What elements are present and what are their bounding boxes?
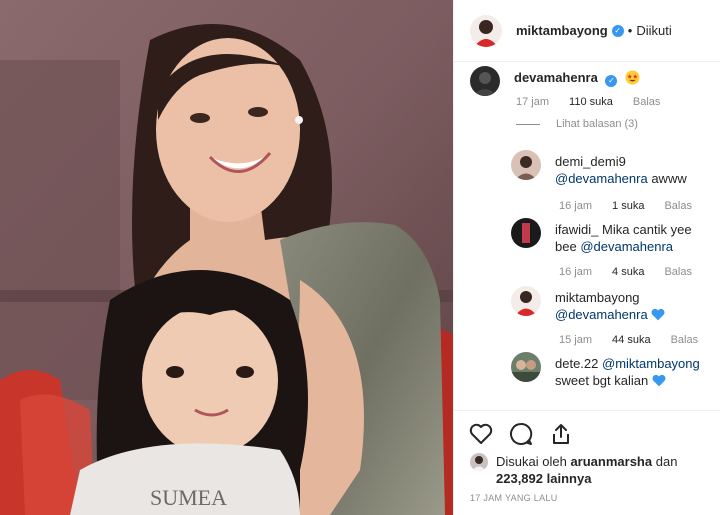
liker-avatar[interactable] <box>470 453 488 471</box>
commenter-avatar[interactable] <box>511 286 541 316</box>
blue-heart-emoji-icon <box>651 308 665 321</box>
post-photo[interactable]: SUMEA <box>0 0 453 515</box>
reply-button[interactable]: Balas <box>664 266 692 278</box>
reply-item: ifawidi_ Mika cantik yee bee @devamahenr… <box>511 218 705 255</box>
commenter-avatar[interactable] <box>511 150 541 180</box>
comment-item: devamahenra ✓ <box>470 66 640 96</box>
heart-outline-icon[interactable] <box>468 421 494 447</box>
action-icons <box>468 421 574 447</box>
comment-time: 16 jam <box>559 200 593 212</box>
commenter-username[interactable]: ifawidi_ <box>555 222 598 237</box>
post-side-panel: miktambayong ✓ • Diikuti devamahenra ✓ 1… <box>453 0 720 515</box>
verified-badge-icon: ✓ <box>611 24 624 37</box>
comment-likes[interactable]: 4 suka <box>612 266 644 278</box>
likes-and: dan <box>655 454 678 469</box>
comment-meta: 16 jam 4 suka Balas <box>559 266 692 278</box>
comment-time: 15 jam <box>559 334 593 346</box>
reply-button[interactable]: Balas <box>671 334 699 346</box>
mention-link[interactable]: @miktambayong <box>602 356 700 371</box>
likes-prefix: Disukai oleh <box>496 454 567 469</box>
view-replies-label: Lihat balasan (3) <box>556 118 638 130</box>
comment-time: 17 jam <box>516 96 550 108</box>
reply-item: miktambayong @devamahenra <box>511 286 705 323</box>
author-username[interactable]: miktambayong <box>516 23 608 38</box>
reply-item: dete.22 @miktambayong sweet bgt kalian <box>511 352 715 389</box>
comment-likes[interactable]: 44 suka <box>612 334 651 346</box>
comment-meta: 16 jam 1 suka Balas <box>559 200 692 212</box>
likes-suffix[interactable]: lainnya <box>547 471 592 486</box>
comments-list[interactable]: devamahenra ✓ 17 jam 110 suka Balas Liha… <box>454 62 720 410</box>
liker-username[interactable]: aruanmarsha <box>570 454 652 469</box>
commenter-avatar[interactable] <box>470 66 500 96</box>
reply-button[interactable]: Balas <box>664 200 692 212</box>
post-photo-illustration: SUMEA <box>0 0 453 515</box>
blue-heart-emoji-icon <box>652 374 666 387</box>
commenter-username[interactable]: miktambayong <box>555 290 640 305</box>
star-struck-emoji-icon <box>625 70 640 85</box>
reply-button[interactable]: Balas <box>633 96 661 108</box>
commenter-username[interactable]: demi_demi9 <box>555 154 626 169</box>
comment-likes[interactable]: 110 suka <box>569 96 613 108</box>
header-separator: • <box>627 23 633 38</box>
comment-meta: 15 jam 44 suka Balas <box>559 334 698 346</box>
mention-link[interactable]: @devamahenra <box>555 307 648 322</box>
mention-link[interactable]: @devamahenra <box>555 171 648 186</box>
view-replies-button[interactable]: Lihat balasan (3) <box>516 118 638 130</box>
commenter-avatar[interactable] <box>511 352 541 382</box>
post-header: miktambayong ✓ • Diikuti <box>454 0 720 62</box>
svg-text:SUMEA: SUMEA <box>150 485 227 510</box>
verified-badge-icon: ✓ <box>605 75 618 87</box>
likes-count[interactable]: 223,892 <box>496 471 543 486</box>
comment-text: sweet bgt kalian <box>555 373 649 388</box>
commenter-username[interactable]: devamahenra <box>514 70 598 85</box>
post-timestamp[interactable]: 17 JAM YANG LALU <box>470 493 558 503</box>
share-upload-icon[interactable] <box>548 421 574 447</box>
follow-status-button[interactable]: Diikuti <box>636 23 671 38</box>
reply-item: demi_demi9 @devamahenra awww <box>511 150 705 187</box>
mention-link[interactable]: @devamahenra <box>580 239 673 254</box>
comment-time: 16 jam <box>559 266 593 278</box>
author-avatar[interactable] <box>470 14 502 47</box>
post-actions: Disukai oleh aruanmarsha dan 223,892 lai… <box>454 410 720 515</box>
likes-summary: Disukai oleh aruanmarsha dan 223,892 lai… <box>470 453 677 487</box>
replies-divider <box>516 123 540 125</box>
comment-likes[interactable]: 1 suka <box>612 200 644 212</box>
comment-meta: 17 jam 110 suka Balas <box>516 96 660 108</box>
commenter-username[interactable]: dete.22 <box>555 356 598 371</box>
comment-text: awww <box>651 171 687 186</box>
commenter-avatar[interactable] <box>511 218 541 248</box>
comment-bubble-icon[interactable] <box>508 421 534 447</box>
